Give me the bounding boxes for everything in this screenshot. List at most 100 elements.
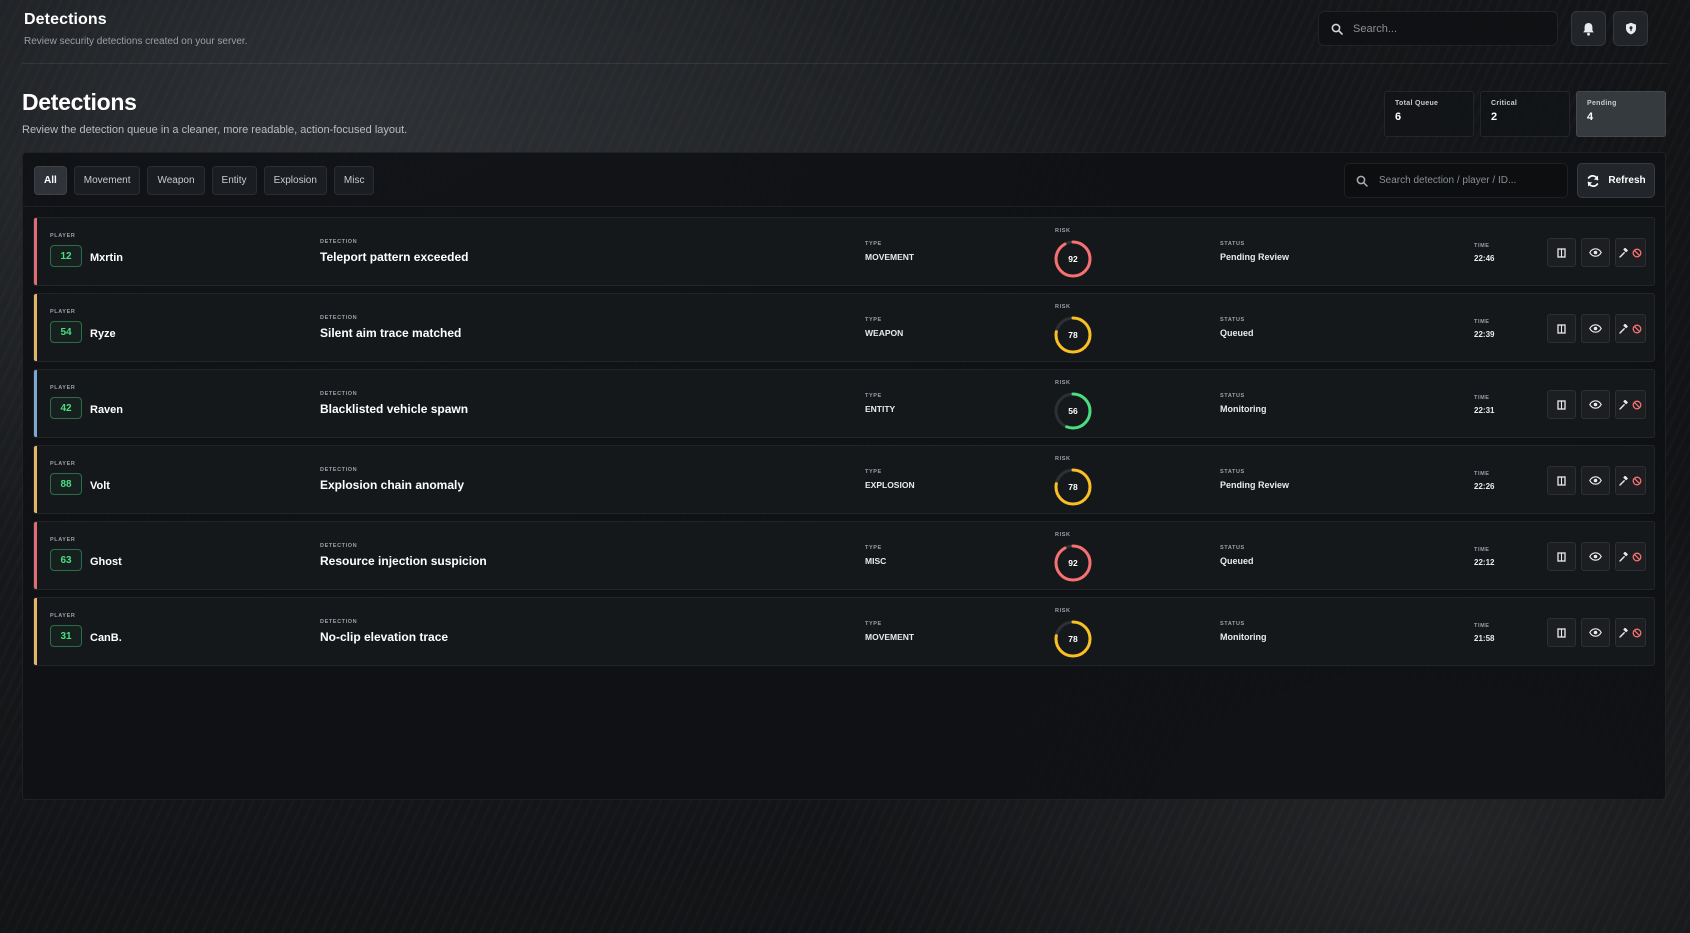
stat-value: 2 xyxy=(1491,111,1498,123)
global-search-input[interactable] xyxy=(1353,22,1533,35)
moderation-actions[interactable] xyxy=(1615,466,1646,495)
security-button[interactable] xyxy=(1613,11,1648,46)
view-button[interactable] xyxy=(1581,466,1610,495)
detection-row-3[interactable]: PLAYER 42 Raven DETECTION Blacklisted ve… xyxy=(33,369,1655,438)
tab-movement[interactable]: Movement xyxy=(73,166,141,195)
tab-explosion[interactable]: Explosion xyxy=(263,166,327,195)
eye-icon xyxy=(1589,248,1602,257)
notifications-button[interactable] xyxy=(1571,11,1606,46)
detection-type: MISC xyxy=(865,556,887,566)
details-button[interactable] xyxy=(1547,314,1576,343)
view-button[interactable] xyxy=(1581,390,1610,419)
eye-icon xyxy=(1589,400,1602,409)
player-name[interactable]: Mxrtin xyxy=(90,252,123,264)
severity-accent xyxy=(34,446,37,513)
player-name[interactable]: CanB. xyxy=(90,632,122,644)
player-caption: PLAYER xyxy=(50,309,76,315)
status-caption: STATUS xyxy=(1220,545,1245,551)
ban-icon[interactable] xyxy=(1632,324,1642,334)
detection-type: MOVEMENT xyxy=(865,252,915,262)
player-name[interactable]: Raven xyxy=(90,404,123,416)
gavel-icon[interactable] xyxy=(1619,399,1629,410)
detection-name: Teleport pattern exceeded xyxy=(320,250,469,264)
status-caption: STATUS xyxy=(1220,317,1245,323)
player-name[interactable]: Volt xyxy=(90,480,110,492)
ban-icon[interactable] xyxy=(1632,400,1642,410)
risk-gauge: 78 xyxy=(1053,467,1093,507)
tab-misc[interactable]: Misc xyxy=(333,166,375,195)
details-icon xyxy=(1557,475,1566,486)
moderation-actions[interactable] xyxy=(1615,390,1646,419)
details-button[interactable] xyxy=(1547,618,1576,647)
ban-icon[interactable] xyxy=(1632,476,1642,486)
view-button[interactable] xyxy=(1581,314,1610,343)
stat-pending: Pending 4 xyxy=(1576,91,1666,137)
stat-label: Total Queue xyxy=(1395,100,1439,107)
stat-label: Critical xyxy=(1491,100,1518,107)
gavel-icon[interactable] xyxy=(1619,323,1629,334)
time-caption: TIME xyxy=(1474,319,1490,325)
detection-row-1[interactable]: PLAYER 12 Mxrtin DETECTION Teleport patt… xyxy=(33,217,1655,286)
page-title: Detections xyxy=(22,89,137,115)
detection-caption: DETECTION xyxy=(320,315,358,321)
gavel-icon[interactable] xyxy=(1619,627,1629,638)
gavel-icon[interactable] xyxy=(1619,551,1629,562)
tab-weapon[interactable]: Weapon xyxy=(147,166,205,195)
details-button[interactable] xyxy=(1547,390,1576,419)
detection-status: Monitoring xyxy=(1220,404,1267,414)
view-button[interactable] xyxy=(1581,542,1610,571)
type-caption: TYPE xyxy=(865,469,882,475)
risk-score: 92 xyxy=(1068,254,1078,264)
detection-row-2[interactable]: PLAYER 54 Ryze DETECTION Silent aim trac… xyxy=(33,293,1655,362)
time-caption: TIME xyxy=(1474,243,1490,249)
risk-score: 92 xyxy=(1068,558,1078,568)
global-search[interactable] xyxy=(1318,11,1558,46)
gavel-icon[interactable] xyxy=(1619,475,1629,486)
ban-icon[interactable] xyxy=(1632,628,1642,638)
detection-row-4[interactable]: PLAYER 88 Volt DETECTION Explosion chain… xyxy=(33,445,1655,514)
player-caption: PLAYER xyxy=(50,537,76,543)
moderation-actions[interactable] xyxy=(1615,618,1646,647)
detections-list: PLAYER 12 Mxrtin DETECTION Teleport patt… xyxy=(33,217,1655,673)
risk-gauge: 78 xyxy=(1053,315,1093,355)
risk-caption: RISK xyxy=(1055,228,1071,234)
player-id-badge: 63 xyxy=(50,549,82,571)
details-button[interactable] xyxy=(1547,466,1576,495)
moderation-actions[interactable] xyxy=(1615,314,1646,343)
eye-icon xyxy=(1589,476,1602,485)
details-button[interactable] xyxy=(1547,238,1576,267)
details-button[interactable] xyxy=(1547,542,1576,571)
detection-row-5[interactable]: PLAYER 63 Ghost DETECTION Resource injec… xyxy=(33,521,1655,590)
risk-gauge: 92 xyxy=(1053,239,1093,279)
severity-accent xyxy=(34,218,37,285)
type-caption: TYPE xyxy=(865,545,882,551)
detection-caption: DETECTION xyxy=(320,239,358,245)
time-caption: TIME xyxy=(1474,395,1490,401)
view-button[interactable] xyxy=(1581,238,1610,267)
app-title: Detections xyxy=(24,11,107,28)
detection-type: ENTITY xyxy=(865,404,896,414)
moderation-actions[interactable] xyxy=(1615,542,1646,571)
tab-all[interactable]: All xyxy=(34,166,67,195)
ban-icon[interactable] xyxy=(1632,248,1642,258)
type-caption: TYPE xyxy=(865,621,882,627)
view-button[interactable] xyxy=(1581,618,1610,647)
detection-search-input[interactable] xyxy=(1379,175,1559,186)
status-caption: STATUS xyxy=(1220,621,1245,627)
time-caption: TIME xyxy=(1474,471,1490,477)
refresh-button[interactable]: Refresh xyxy=(1577,163,1655,198)
gavel-icon[interactable] xyxy=(1619,247,1629,258)
ban-icon[interactable] xyxy=(1632,552,1642,562)
player-name[interactable]: Ryze xyxy=(90,328,116,340)
detection-status: Pending Review xyxy=(1220,252,1290,262)
moderation-actions[interactable] xyxy=(1615,238,1646,267)
detection-row-6[interactable]: PLAYER 31 CanB. DETECTION No-clip elevat… xyxy=(33,597,1655,666)
severity-accent xyxy=(34,598,37,665)
tab-entity[interactable]: Entity xyxy=(211,166,257,195)
risk-score: 78 xyxy=(1068,482,1078,492)
detection-search[interactable] xyxy=(1344,163,1568,198)
player-name[interactable]: Ghost xyxy=(90,556,122,568)
eye-icon xyxy=(1589,628,1602,637)
risk-gauge: 56 xyxy=(1053,391,1093,431)
details-icon xyxy=(1557,323,1566,334)
